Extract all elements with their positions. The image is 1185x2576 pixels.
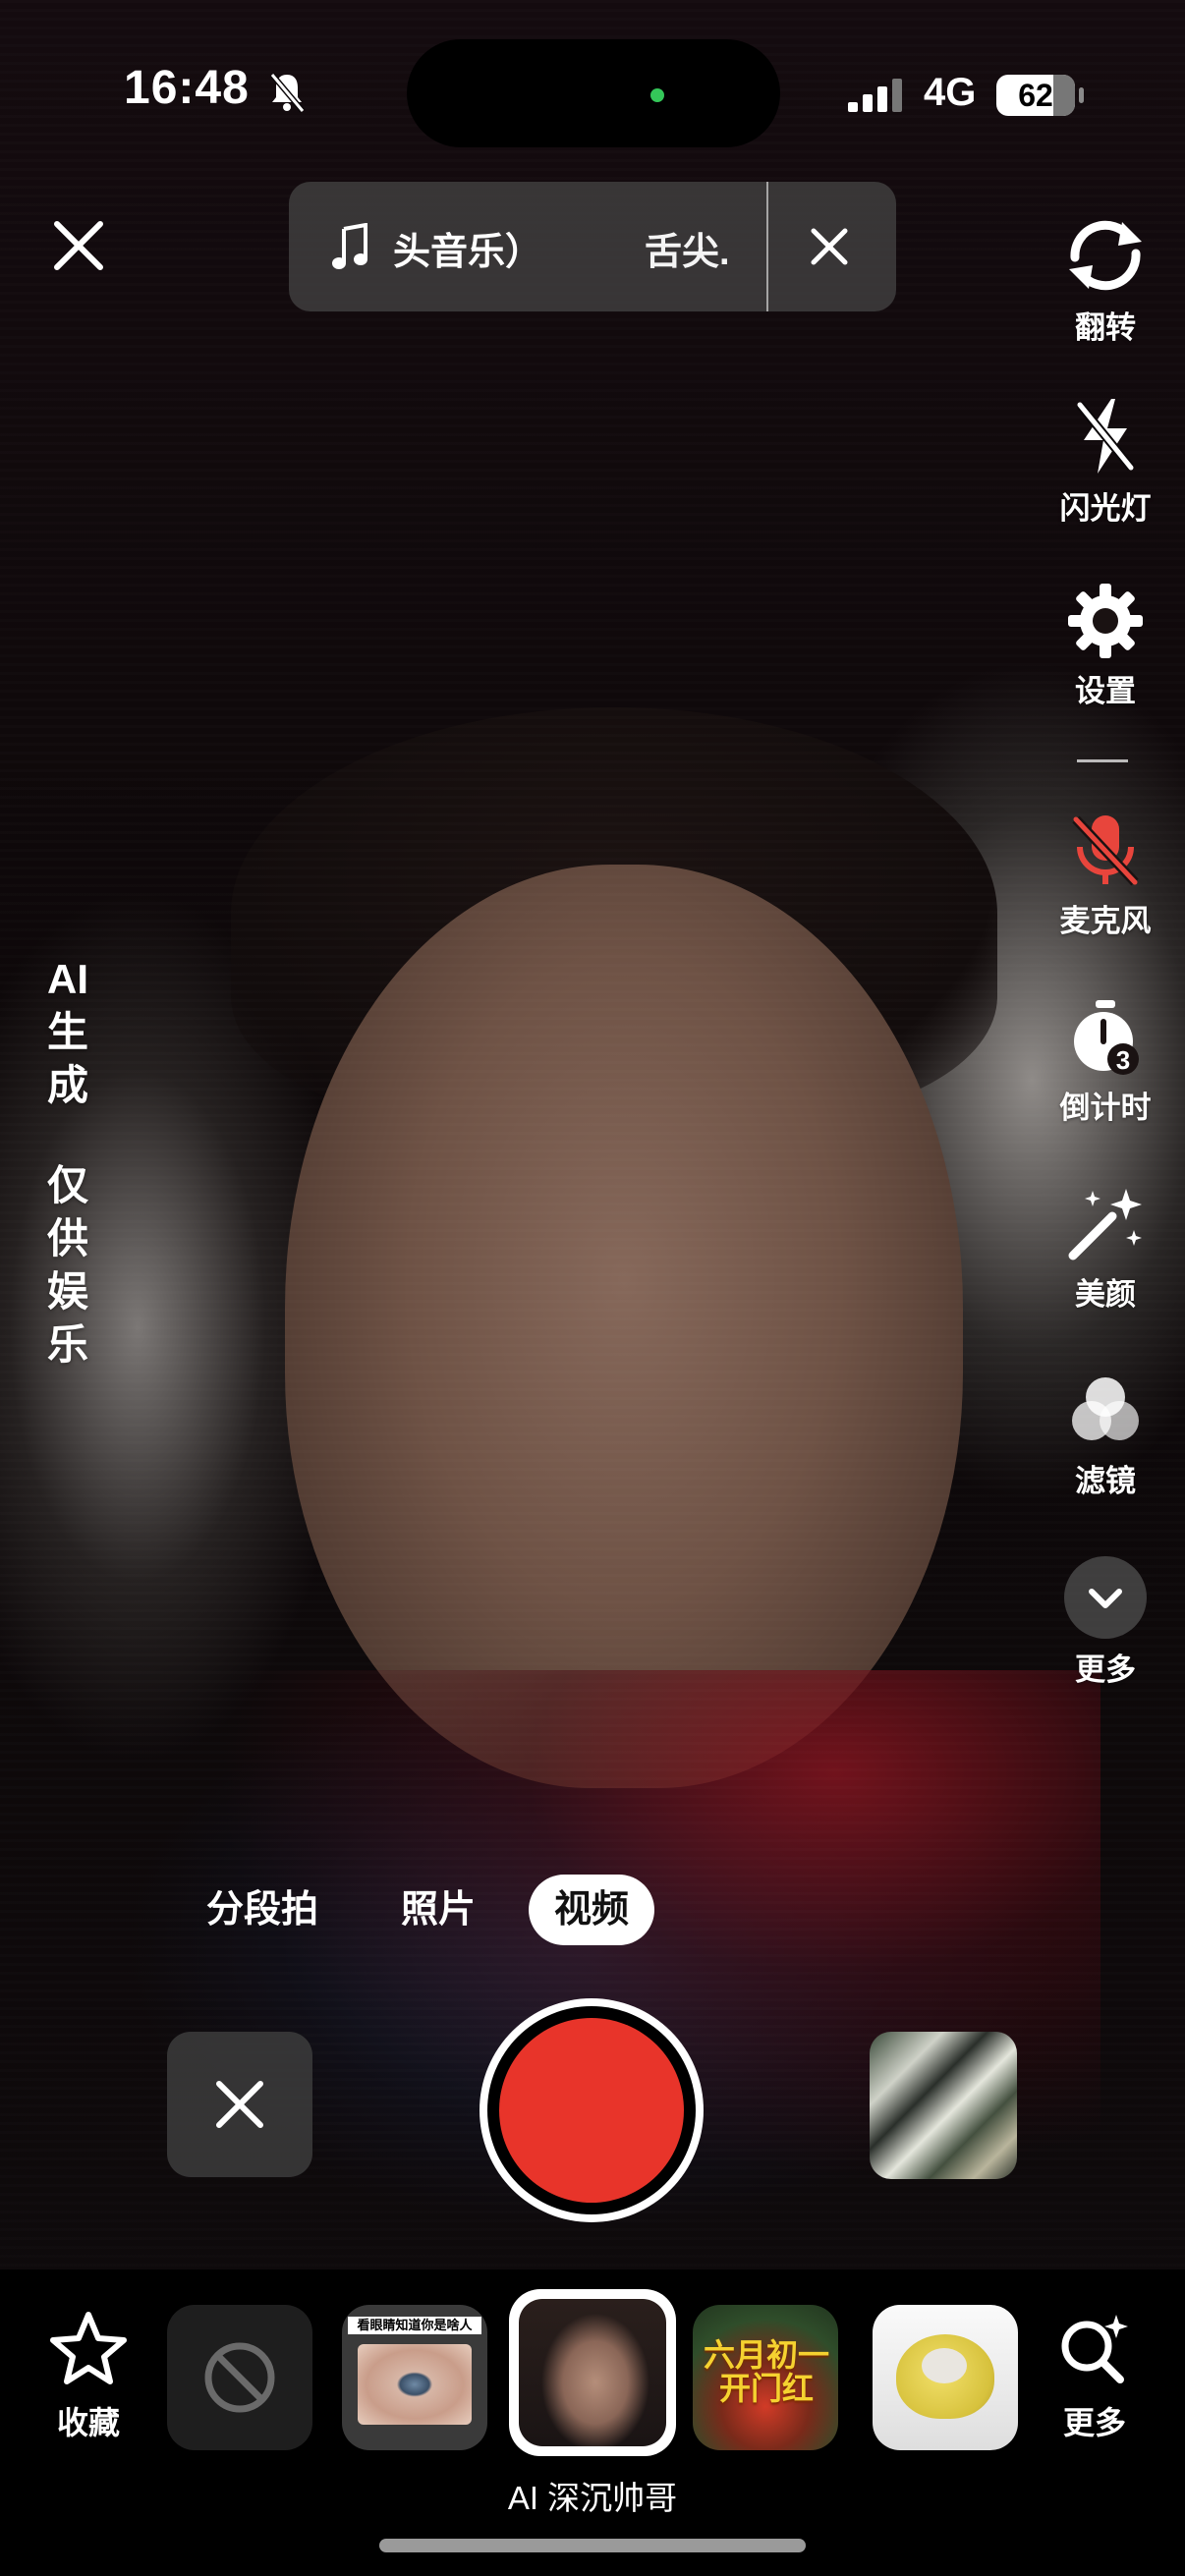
music-title: 头音乐） xyxy=(393,232,543,273)
network-type: 4G xyxy=(924,71,977,114)
flash-label: 闪光灯 xyxy=(1059,491,1152,526)
effect-mayday-line: 六月初一 xyxy=(703,2337,829,2373)
flash-button[interactable]: 闪光灯 xyxy=(1042,395,1169,528)
signal-icon xyxy=(848,79,902,112)
effect-selected-thumbnail xyxy=(519,2299,666,2446)
mode-segmented[interactable]: 分段拍 xyxy=(206,1875,318,1945)
flash-off-icon xyxy=(1076,399,1135,474)
beauty-wand-icon xyxy=(1068,1189,1142,1260)
effect-mayday[interactable]: 六月初一 开门红 xyxy=(693,2305,838,2450)
remove-music-button[interactable] xyxy=(808,225,851,268)
mode-video[interactable]: 视频 xyxy=(529,1875,655,1945)
close-icon xyxy=(216,2081,263,2128)
filter-icon xyxy=(1072,1377,1139,1440)
filter-button[interactable]: 滤镜 xyxy=(1042,1372,1169,1500)
chevron-down-icon xyxy=(1089,1589,1122,1608)
battery-indicator: 62 xyxy=(996,75,1084,116)
more-effects-button[interactable]: 更多 xyxy=(1053,2311,1136,2443)
settings-button[interactable]: 设置 xyxy=(1042,582,1169,710)
effect-cat-face xyxy=(922,2348,967,2383)
flip-label: 翻转 xyxy=(1075,310,1136,345)
effect-mayday-line: 开门红 xyxy=(718,2371,814,2406)
microphone-muted-icon xyxy=(1072,815,1139,886)
filter-label: 滤镜 xyxy=(1075,1464,1136,1498)
countdown-label: 倒计时 xyxy=(1059,1091,1152,1125)
more-tools-button[interactable]: 更多 xyxy=(1042,1556,1169,1689)
effect-eyes-image xyxy=(358,2344,472,2425)
settings-label: 设置 xyxy=(1075,674,1136,708)
effect-none[interactable] xyxy=(167,2305,312,2450)
home-indicator[interactable] xyxy=(379,2539,806,2552)
gallery-thumbnail[interactable] xyxy=(870,2032,1017,2179)
ai-notice-char: 成 xyxy=(46,1062,88,1108)
ai-notice-char: 仅 xyxy=(46,1162,88,1208)
beauty-button[interactable]: 美颜 xyxy=(1042,1185,1169,1314)
entertainment-only-notice: 仅 供 娱 乐 xyxy=(43,1159,92,1372)
music-note-icon xyxy=(332,223,367,269)
ai-notice-char: 娱 xyxy=(46,1268,88,1315)
selected-effect-name: AI 深沉帅哥 xyxy=(507,2480,678,2516)
rail-divider xyxy=(1077,759,1128,762)
effect-selected[interactable] xyxy=(509,2289,676,2456)
camera-in-use-dot xyxy=(650,88,664,102)
status-bar: 16:48 4G 62 xyxy=(0,0,1185,187)
more-effects-label: 更多 xyxy=(1062,2405,1126,2440)
no-effect-icon xyxy=(204,2342,275,2413)
record-dot xyxy=(499,2018,684,2203)
flip-camera-icon xyxy=(1069,220,1142,291)
close-camera-button[interactable] xyxy=(51,218,106,273)
gear-icon xyxy=(1068,584,1143,658)
timer-value: 3 xyxy=(1116,1045,1130,1075)
microphone-label: 麦克风 xyxy=(1059,904,1152,938)
ai-notice-char: 供 xyxy=(46,1215,88,1261)
effect-eyes[interactable]: 看眼睛知道你是啥人 xyxy=(342,2305,487,2450)
status-time: 16:48 xyxy=(124,62,250,114)
record-button[interactable] xyxy=(480,1998,704,2222)
discard-button[interactable] xyxy=(167,2032,312,2177)
ai-notice-char: 乐 xyxy=(46,1321,88,1368)
ai-generated-notice: AI 生 成 xyxy=(43,953,92,1112)
flip-camera-button[interactable]: 翻转 xyxy=(1042,214,1169,347)
countdown-button[interactable]: 3 倒计时 xyxy=(1042,998,1169,1127)
favorites-button[interactable]: 收藏 xyxy=(47,2311,130,2443)
star-icon xyxy=(50,2312,127,2384)
music-divider xyxy=(766,182,768,311)
effect-mayday-text: 六月初一 开门红 xyxy=(703,2338,830,2405)
silent-bell-icon xyxy=(269,73,306,113)
music-title-scroll: 舌尖. xyxy=(645,232,730,273)
mode-photo[interactable]: 照片 xyxy=(401,1875,476,1945)
ai-notice-char: AI xyxy=(47,956,88,1002)
battery-level: 62 xyxy=(1018,78,1053,113)
selected-music-pill[interactable]: 头音乐） 舌尖. xyxy=(289,182,896,311)
timer-icon: 3 xyxy=(1074,1000,1139,1075)
search-sparkle-icon xyxy=(1061,2315,1128,2383)
microphone-button[interactable]: 麦克风 xyxy=(1042,812,1169,940)
dynamic-island xyxy=(407,39,780,147)
effect-eyes-caption: 看眼睛知道你是啥人 xyxy=(348,2317,481,2334)
effect-cat[interactable] xyxy=(873,2305,1018,2450)
more-tools-circle xyxy=(1064,1556,1147,1639)
favorites-label: 收藏 xyxy=(56,2405,120,2440)
more-tools-label: 更多 xyxy=(1075,1652,1136,1687)
ai-notice-char: 生 xyxy=(46,1009,88,1055)
beauty-label: 美颜 xyxy=(1075,1277,1136,1312)
camera-screen: 16:48 4G 62 头音乐） 舌尖. 翻转 闪光灯 设置 麦克风 3 倒计时… xyxy=(0,0,1185,2576)
